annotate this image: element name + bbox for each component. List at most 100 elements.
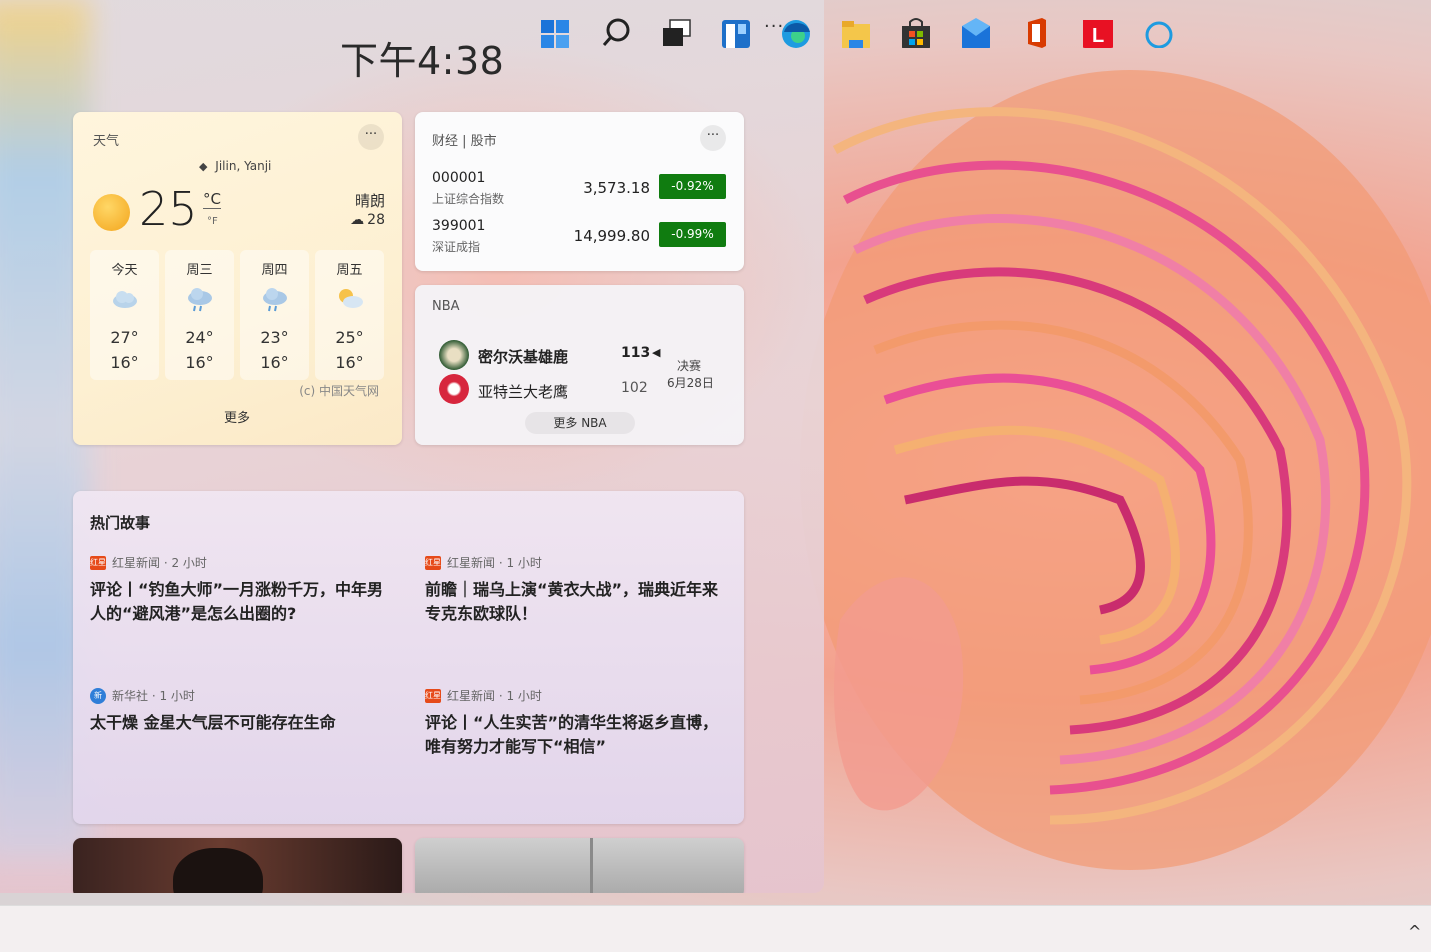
- forecast-day[interactable]: 周四 23° 16°: [240, 250, 309, 380]
- news-image-card[interactable]: [73, 838, 402, 893]
- search-icon[interactable]: [600, 14, 634, 48]
- story-source: 红星 红星新闻 · 1 小时: [425, 687, 725, 704]
- rain-cloud-icon: [262, 288, 287, 312]
- stock-name: 深证成指: [432, 240, 481, 254]
- sunny-icon: [93, 194, 130, 231]
- story-source: 新 新华社 · 1 小时: [90, 687, 390, 704]
- forecast-day[interactable]: 周五 25° 16°: [315, 250, 384, 380]
- start-icon[interactable]: [538, 14, 572, 48]
- widgets-icon[interactable]: [719, 14, 753, 48]
- story-title: 前瞻｜瑞乌上演“黄衣大战”，瑞典近年来专克东欧球队！: [425, 580, 719, 623]
- story-title: 评论丨“人生实苦”的清华生将返乡直博，唯有努力才能写下“相信”: [425, 713, 719, 756]
- forecast-low: 16°: [260, 353, 289, 372]
- weather-more-button[interactable]: 更多: [192, 406, 282, 432]
- hawks-logo-icon: [439, 374, 469, 404]
- mail-icon[interactable]: [959, 14, 993, 48]
- stock-name: 上证综合指数: [432, 192, 505, 206]
- location-pin-icon: ◆: [199, 160, 208, 173]
- unit-fahrenheit-toggle[interactable]: °F: [207, 216, 218, 227]
- partly-sunny-icon: [338, 289, 363, 308]
- news-source-logo-icon: 红星: [90, 555, 106, 570]
- story-item[interactable]: 红星 红星新闻 · 1 小时 前瞻｜瑞乌上演“黄衣大战”，瑞典近年来专克东欧球队…: [425, 554, 725, 626]
- story-item[interactable]: 新 新华社 · 1 小时 太干燥 金星大气层不可能存在生命: [90, 687, 390, 735]
- forecast-high: 24°: [185, 328, 214, 347]
- app-l-icon[interactable]: L: [1081, 14, 1115, 48]
- story-item[interactable]: 红星 红星新闻 · 1 小时 评论丨“人生实苦”的清华生将返乡直博，唯有努力才能…: [425, 687, 725, 759]
- team-score: 102: [621, 380, 648, 396]
- forecast-day[interactable]: 周三 24° 16°: [165, 250, 234, 380]
- forecast-high: 25°: [335, 328, 364, 347]
- nba-round: 决赛: [677, 359, 702, 373]
- weather-location-text: Jilin, Yanji: [215, 159, 272, 173]
- weather-widget[interactable]: 天气 ··· ◆ Jilin, Yanji 25 °C °F 晴朗 ☁ 28 今天…: [73, 112, 402, 445]
- show-hidden-icons-button[interactable]: ^: [1408, 922, 1421, 941]
- team-name: 亚特兰大老鹰: [478, 383, 569, 401]
- stock-change-badge: -0.92%: [659, 174, 726, 199]
- weather-source[interactable]: (c) 中国天气网: [299, 382, 379, 399]
- forecast-day-label: 今天: [111, 263, 138, 278]
- forecast-day-label: 周五: [336, 263, 363, 278]
- story-title: 评论丨“钓鱼大师”一月涨粉千万，中年男人的“避风港”是怎么出圈的?: [90, 580, 384, 623]
- news-source-logo-icon: 新: [90, 687, 106, 704]
- forecast-high: 27°: [110, 328, 139, 347]
- story-source: 红星 红星新闻 · 1 小时: [425, 554, 725, 571]
- forecast-day-label: 周四: [261, 263, 288, 278]
- stock-price: 14,999.80: [573, 227, 650, 245]
- story-title: 太干燥 金星大气层不可能存在生命: [90, 713, 336, 732]
- news-source-logo-icon: 红星: [425, 688, 441, 703]
- weather-condition: 晴朗: [354, 192, 385, 210]
- forecast-low: 16°: [185, 353, 214, 372]
- weather-more-options-button[interactable]: ···: [358, 124, 384, 150]
- top-stories-title: 热门故事: [90, 514, 151, 532]
- news-photo: [590, 838, 593, 893]
- story-source-text: 红星新闻 · 2 小时: [112, 556, 207, 570]
- story-item[interactable]: 红星 红星新闻 · 2 小时 评论丨“钓鱼大师”一月涨粉千万，中年男人的“避风港…: [90, 554, 390, 626]
- nba-more-button[interactable]: 更多 NBA: [525, 412, 635, 434]
- nba-title: NBA: [432, 299, 460, 314]
- nba-widget[interactable]: NBA 密尔沃基雄鹿 113 ◀ 亚特兰大老鹰 102 决赛 6月28日 更多 …: [415, 285, 744, 445]
- edge-icon[interactable]: [779, 14, 813, 48]
- top-stories-widget: 热门故事 红星 红星新闻 · 2 小时 评论丨“钓鱼大师”一月涨粉千万，中年男人…: [73, 491, 744, 824]
- rain-cloud-icon: [187, 288, 212, 312]
- forecast-day-label: 周三: [186, 263, 213, 278]
- widgets-panel: 下午4:38 ··· 天气 ··· ◆ Jilin, Yanji 25 °C °…: [0, 0, 824, 893]
- forecast-low: 16°: [335, 353, 364, 372]
- taskbar: [0, 905, 1431, 952]
- team-score: 113: [621, 345, 651, 361]
- forecast-high: 23°: [260, 328, 289, 347]
- bucks-logo-icon: [439, 340, 469, 370]
- forecast-low: 16°: [110, 353, 139, 372]
- air-quality-icon: ☁: [350, 212, 365, 228]
- stocks-widget[interactable]: 财经 | 股市 ··· 000001 上证综合指数 3,573.18 -0.92…: [415, 112, 744, 271]
- nba-date: 6月28日: [667, 376, 714, 390]
- stocks-more-options-button[interactable]: ···: [700, 125, 726, 151]
- task-view-icon[interactable]: [660, 14, 694, 48]
- weather-location[interactable]: ◆ Jilin, Yanji: [199, 159, 271, 173]
- stock-code: 399001: [432, 218, 486, 234]
- forecast-day[interactable]: 今天 27° 16°: [90, 250, 159, 380]
- panel-clock: 下午4:38: [340, 39, 505, 83]
- stock-code: 000001: [432, 170, 486, 186]
- store-icon[interactable]: [899, 14, 933, 48]
- news-image-card[interactable]: [415, 838, 744, 893]
- svg-text:L: L: [1092, 25, 1104, 47]
- stock-price: 3,573.18: [583, 179, 650, 197]
- weather-title: 天气: [93, 134, 120, 149]
- news-photo: [173, 848, 263, 893]
- file-explorer-icon[interactable]: [839, 14, 873, 48]
- weather-air-quality: ☁ 28: [350, 212, 385, 228]
- story-source-text: 红星新闻 · 1 小时: [447, 689, 542, 703]
- stocks-title: 财经 | 股市: [432, 134, 497, 149]
- story-source-text: 红星新闻 · 1 小时: [447, 556, 542, 570]
- team-name: 密尔沃基雄鹿: [478, 348, 569, 366]
- news-source-logo-icon: 红星: [425, 555, 441, 570]
- weather-temperature: 25: [139, 182, 198, 236]
- story-source-text: 新华社 · 1 小时: [112, 689, 195, 703]
- office-icon[interactable]: [1020, 14, 1054, 48]
- cortana-icon[interactable]: [1142, 14, 1176, 48]
- unit-celsius-toggle[interactable]: °C: [203, 190, 221, 209]
- winner-indicator-icon: ◀: [652, 346, 661, 359]
- air-quality-value: 28: [367, 212, 385, 228]
- story-source: 红星 红星新闻 · 2 小时: [90, 554, 390, 571]
- stock-change-badge: -0.99%: [659, 222, 726, 247]
